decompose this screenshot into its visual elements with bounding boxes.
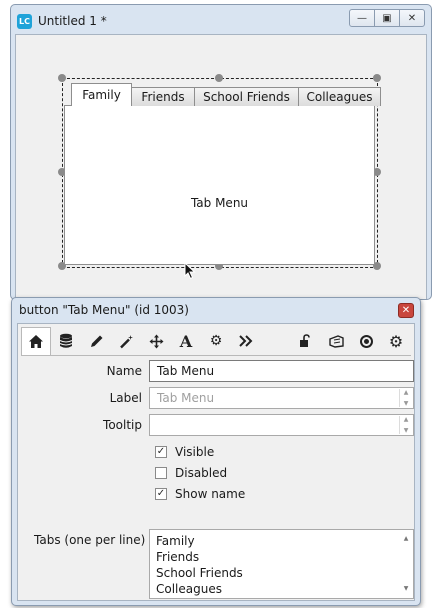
tabs-list-line: Family — [156, 534, 195, 548]
magic-wand-icon — [119, 334, 134, 349]
tabs-list-line: Colleagues — [156, 582, 222, 596]
gear-icon: ⚙ — [388, 331, 404, 351]
up-arrow-icon: ▲ — [403, 416, 409, 423]
resize-handle-top-right[interactable] — [373, 74, 381, 82]
window-controls: — ▣ ✕ — [349, 9, 425, 27]
name-field[interactable]: Tab Menu — [149, 360, 414, 382]
resize-handle-top[interactable] — [215, 74, 223, 82]
inspector-title: button "Tab Menu" (id 1003) — [19, 303, 189, 317]
tooltip-field[interactable]: ▲ ▼ — [149, 414, 414, 436]
label-label: Label — [109, 391, 142, 405]
tool-advanced[interactable]: ⚙ — [201, 327, 231, 355]
toolbar-divider — [21, 355, 411, 356]
tab-panel[interactable]: Tab Menu — [64, 105, 375, 265]
tab-colleagues[interactable]: Colleagues — [298, 87, 381, 106]
tabs-list-scrollbar[interactable]: ▲ ▼ — [400, 531, 412, 597]
move-arrows-icon — [149, 334, 164, 349]
tab-family[interactable]: Family — [71, 83, 132, 106]
show-name-label: Show name — [175, 487, 246, 501]
tool-messages[interactable] — [321, 327, 351, 355]
inspector-close-button[interactable]: ✕ — [398, 303, 414, 318]
tool-position[interactable] — [141, 327, 171, 355]
database-icon — [59, 333, 73, 349]
show-name-checkbox-row[interactable]: ✓ Show name — [155, 487, 245, 501]
tooltip-label: Tooltip — [103, 418, 142, 432]
label-field[interactable]: Tab Menu ▲ ▼ — [149, 387, 414, 409]
window-title: Untitled 1 * — [38, 14, 107, 28]
livecode-logo-icon: LC — [17, 13, 32, 29]
visible-checkbox[interactable]: ✓ — [155, 446, 167, 458]
tool-effects[interactable] — [111, 327, 141, 355]
disabled-label: Disabled — [175, 466, 228, 480]
window-titlebar[interactable]: LC Untitled 1 * — [17, 11, 107, 31]
forward-icon — [239, 335, 253, 347]
tab-strip: Family Friends School Friends Colleagues — [71, 83, 381, 106]
tool-text[interactable]: A — [171, 327, 201, 355]
tab-school-friends[interactable]: School Friends — [194, 87, 299, 106]
inspector-toolbar: A ⚙ ⚙ — [21, 327, 411, 355]
target-icon — [359, 334, 374, 349]
tool-target[interactable] — [351, 327, 381, 355]
tabs-list-line: Friends — [156, 550, 200, 564]
tool-colors[interactable] — [81, 327, 111, 355]
property-inspector-window: button "Tab Menu" (id 1003) ✕ A ⚙ ⚙ Name… — [11, 297, 421, 606]
tab-panel-label: Tab Menu — [190, 196, 249, 210]
minimize-button[interactable]: — — [349, 9, 375, 27]
resize-handle-top-left[interactable] — [58, 74, 66, 82]
up-arrow-icon: ▲ — [403, 389, 409, 396]
stack-window: LC Untitled 1 * — ▣ ✕ Tab Menu Family Fr… — [10, 4, 432, 300]
stack-canvas[interactable]: Tab Menu Family Friends School Friends C… — [15, 34, 427, 299]
tool-custom-props[interactable] — [51, 327, 81, 355]
restore-button[interactable]: ▣ — [374, 9, 400, 27]
disabled-checkbox-row[interactable]: Disabled — [155, 466, 227, 480]
label-field-placeholder: Tab Menu — [157, 391, 215, 405]
mouse-pointer-icon — [184, 261, 196, 283]
tool-more[interactable] — [231, 327, 261, 355]
disabled-checkbox[interactable] — [155, 467, 167, 479]
tab-friends[interactable]: Friends — [131, 87, 195, 106]
gears-icon: ⚙ — [209, 333, 223, 349]
label-field-scroll[interactable]: ▲ ▼ — [399, 389, 412, 407]
pencil-icon — [89, 334, 104, 349]
up-arrow-icon: ▲ — [403, 535, 409, 542]
tabs-list-field[interactable]: Family Friends School Friends Colleagues… — [149, 529, 414, 599]
close-button[interactable]: ✕ — [399, 9, 425, 27]
down-arrow-icon: ▼ — [403, 585, 409, 592]
visible-label: Visible — [175, 445, 215, 459]
name-label: Name — [106, 364, 142, 378]
tool-basic[interactable] — [21, 327, 51, 355]
lock-icon — [299, 334, 313, 348]
down-arrow-icon: ▼ — [403, 427, 409, 434]
text-icon: A — [179, 331, 193, 351]
home-icon — [28, 334, 44, 349]
tabs-list-label: Tabs (one per line) — [34, 533, 146, 547]
show-name-checkbox[interactable]: ✓ — [155, 488, 167, 500]
inspector-panel: A ⚙ ⚙ Name Tab Menu Label Tab Menu ▲ ▼ T… — [17, 323, 415, 601]
tooltip-field-scroll[interactable]: ▲ ▼ — [399, 416, 412, 434]
tool-lock[interactable] — [291, 327, 321, 355]
tabs-list-line: School Friends — [156, 566, 243, 580]
visible-checkbox-row[interactable]: ✓ Visible — [155, 445, 214, 459]
message-icon — [328, 334, 344, 348]
down-arrow-icon: ▼ — [403, 400, 409, 407]
tool-settings[interactable]: ⚙ — [381, 327, 411, 355]
